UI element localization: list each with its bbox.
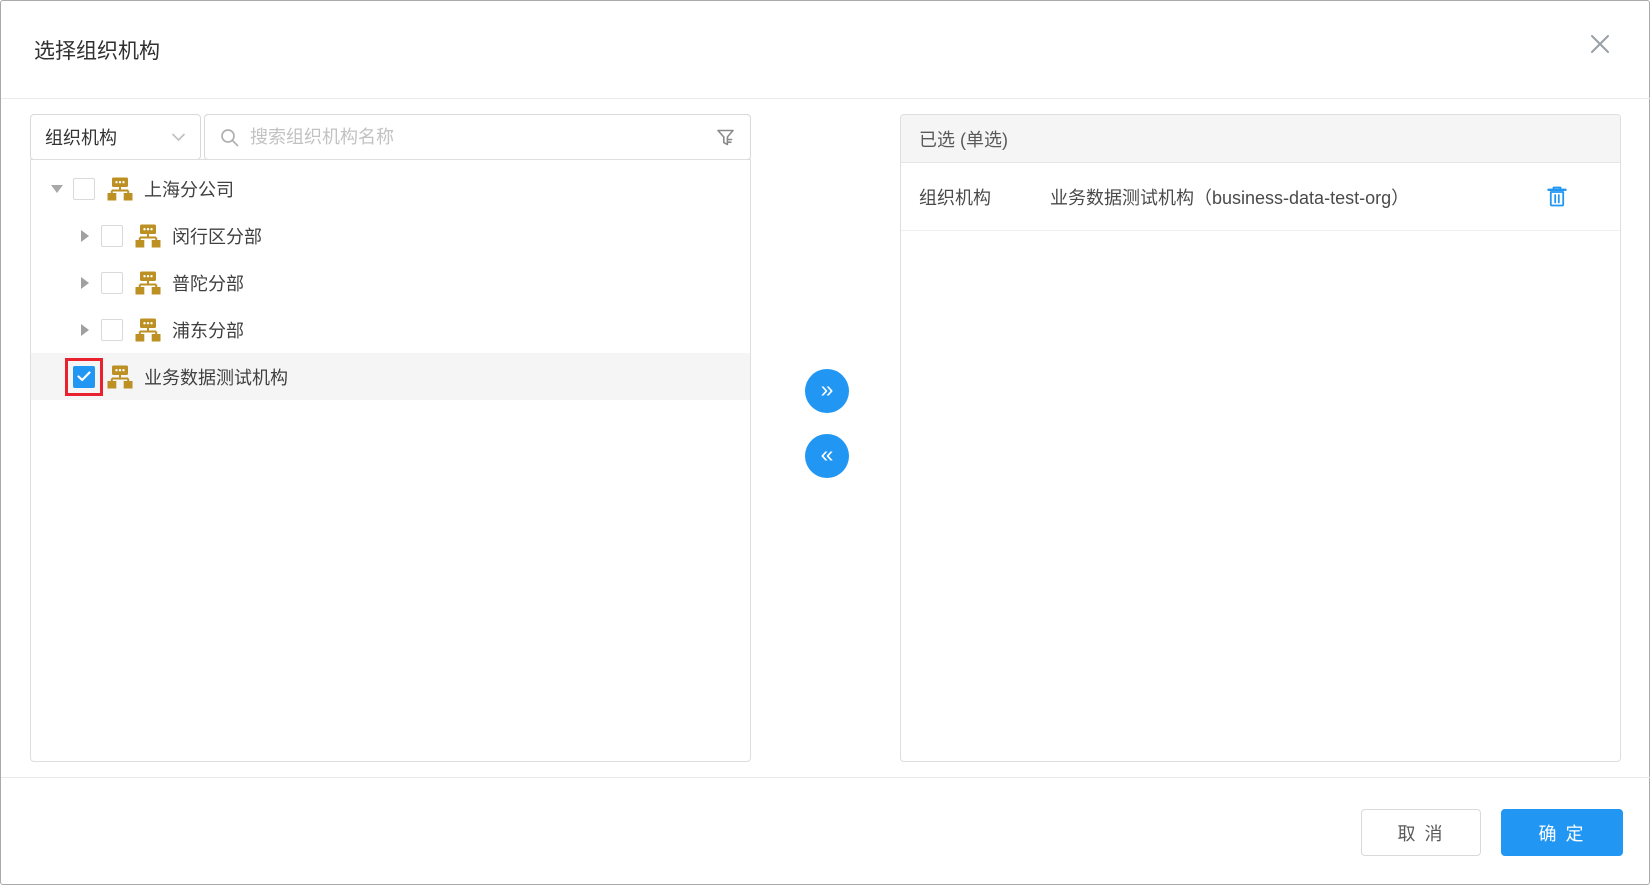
org-chart-icon xyxy=(135,224,161,248)
tree-row-shanghai[interactable]: 上海分公司 xyxy=(31,165,750,212)
close-icon xyxy=(1588,32,1612,56)
footer-divider xyxy=(1,777,1650,778)
confirm-button[interactable]: 确 定 xyxy=(1501,809,1623,856)
filter-funnel-icon[interactable] xyxy=(715,127,736,148)
checkbox-unchecked[interactable] xyxy=(101,225,123,247)
category-select[interactable]: 组织机构 xyxy=(30,114,201,160)
search-box[interactable] xyxy=(204,114,751,160)
tree-row-putuo[interactable]: 普陀分部 xyxy=(31,259,750,306)
search-icon xyxy=(219,127,240,148)
search-input[interactable] xyxy=(250,127,705,148)
org-chart-icon xyxy=(107,365,133,389)
org-tree-panel: 上海分公司 闵行区分部 普陀分部 浦东分部 业务数据测试机构 xyxy=(30,159,751,762)
caret-expanded-icon[interactable] xyxy=(45,185,69,193)
org-chart-icon xyxy=(107,177,133,201)
double-chevron-right-icon: » xyxy=(821,378,834,401)
dialog-title: 选择组织机构 xyxy=(34,35,160,65)
selected-row-category: 组织机构 xyxy=(919,184,1050,210)
category-select-value: 组织机构 xyxy=(45,124,117,150)
tree-row-pudong[interactable]: 浦东分部 xyxy=(31,306,750,353)
selected-row: 组织机构 业务数据测试机构（business-data-test-org） xyxy=(901,163,1620,231)
tree-row-business-data-test[interactable]: 业务数据测试机构 xyxy=(31,353,750,400)
tree-item-label[interactable]: 业务数据测试机构 xyxy=(144,364,288,390)
move-right-button[interactable]: » xyxy=(805,369,849,413)
close-button[interactable] xyxy=(1583,27,1617,61)
checkbox-unchecked[interactable] xyxy=(101,319,123,341)
caret-collapsed-icon[interactable] xyxy=(73,324,97,336)
selected-panel-header: 已选 (单选) xyxy=(901,115,1620,163)
org-chart-icon xyxy=(135,318,161,342)
selected-panel: 已选 (单选) 组织机构 业务数据测试机构（business-data-test… xyxy=(900,114,1621,762)
title-divider xyxy=(1,98,1650,99)
trash-icon xyxy=(1545,184,1569,209)
chevron-down-icon xyxy=(171,132,186,142)
org-chart-icon xyxy=(135,271,161,295)
selected-panel-header-label: 已选 (单选) xyxy=(919,126,1008,152)
delete-button[interactable] xyxy=(1544,184,1570,210)
tree-item-label[interactable]: 普陀分部 xyxy=(172,270,244,296)
caret-collapsed-icon[interactable] xyxy=(73,230,97,242)
selected-row-value: 业务数据测试机构（business-data-test-org） xyxy=(1050,184,1544,210)
checkbox-checked[interactable] xyxy=(73,366,95,388)
move-left-button[interactable]: « xyxy=(805,434,849,478)
tree-item-label[interactable]: 浦东分部 xyxy=(172,317,244,343)
tree-item-label[interactable]: 上海分公司 xyxy=(144,176,234,202)
cancel-button[interactable]: 取 消 xyxy=(1361,809,1481,856)
checkbox-unchecked[interactable] xyxy=(101,272,123,294)
checkbox-unchecked[interactable] xyxy=(73,178,95,200)
caret-collapsed-icon[interactable] xyxy=(73,277,97,289)
double-chevron-left-icon: « xyxy=(821,443,834,466)
tree-row-minhang[interactable]: 闵行区分部 xyxy=(31,212,750,259)
tree-item-label[interactable]: 闵行区分部 xyxy=(172,223,262,249)
